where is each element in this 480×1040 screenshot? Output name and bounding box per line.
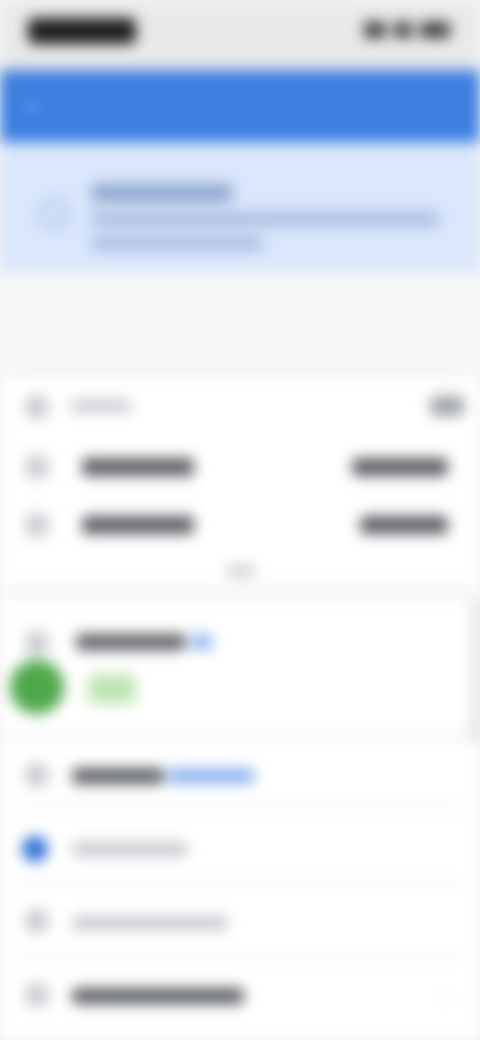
banner-title (92, 184, 232, 202)
status-time (28, 18, 136, 44)
menu-item-label[interactable] (72, 768, 164, 784)
status-icons (360, 22, 450, 40)
app-screen: ‹ › (0, 0, 480, 1040)
divider (20, 956, 460, 958)
banner-text (92, 212, 438, 226)
battery-icon (420, 22, 450, 38)
document-icon (26, 764, 48, 786)
list-footer (226, 566, 256, 576)
list-row-label[interactable] (82, 516, 194, 534)
menu-item-label[interactable] (72, 916, 228, 930)
status-dot-icon (22, 836, 48, 862)
list-row-value (360, 516, 448, 534)
contacts-label (76, 634, 186, 650)
status-bar (0, 0, 480, 70)
section-label (34, 318, 74, 336)
chevron-right-icon[interactable]: › (444, 986, 460, 1006)
menu-item-label[interactable] (72, 988, 244, 1004)
info-banner (0, 142, 480, 272)
wifi-icon (394, 22, 412, 38)
list-header-label (70, 400, 132, 412)
settings-icon (26, 910, 48, 932)
menu-item-link[interactable] (168, 768, 254, 784)
signal-icon (364, 22, 386, 38)
details-card (0, 378, 480, 584)
page-title (170, 96, 310, 116)
app-header: ‹ (0, 70, 480, 142)
list-header-action[interactable] (430, 396, 464, 416)
scrollbar[interactable] (472, 600, 478, 750)
divider (20, 370, 460, 372)
avatar[interactable] (10, 660, 64, 714)
banner-text-continued (92, 236, 262, 250)
row-icon (26, 514, 48, 536)
list-icon (26, 984, 48, 1006)
list-row-label[interactable] (82, 458, 194, 476)
menu-card: › (0, 742, 480, 1040)
menu-item-label[interactable] (72, 842, 188, 856)
contacts-tag (192, 634, 212, 650)
row-icon (26, 456, 48, 478)
info-icon (40, 200, 68, 228)
back-arrow-icon[interactable]: ‹ (18, 92, 46, 120)
contacts-chip[interactable] (88, 674, 136, 704)
list-row-value (352, 458, 448, 476)
divider (20, 806, 460, 808)
contacts-icon (26, 632, 48, 654)
divider (20, 882, 460, 884)
list-header-icon (26, 396, 48, 418)
contacts-card (0, 600, 480, 730)
